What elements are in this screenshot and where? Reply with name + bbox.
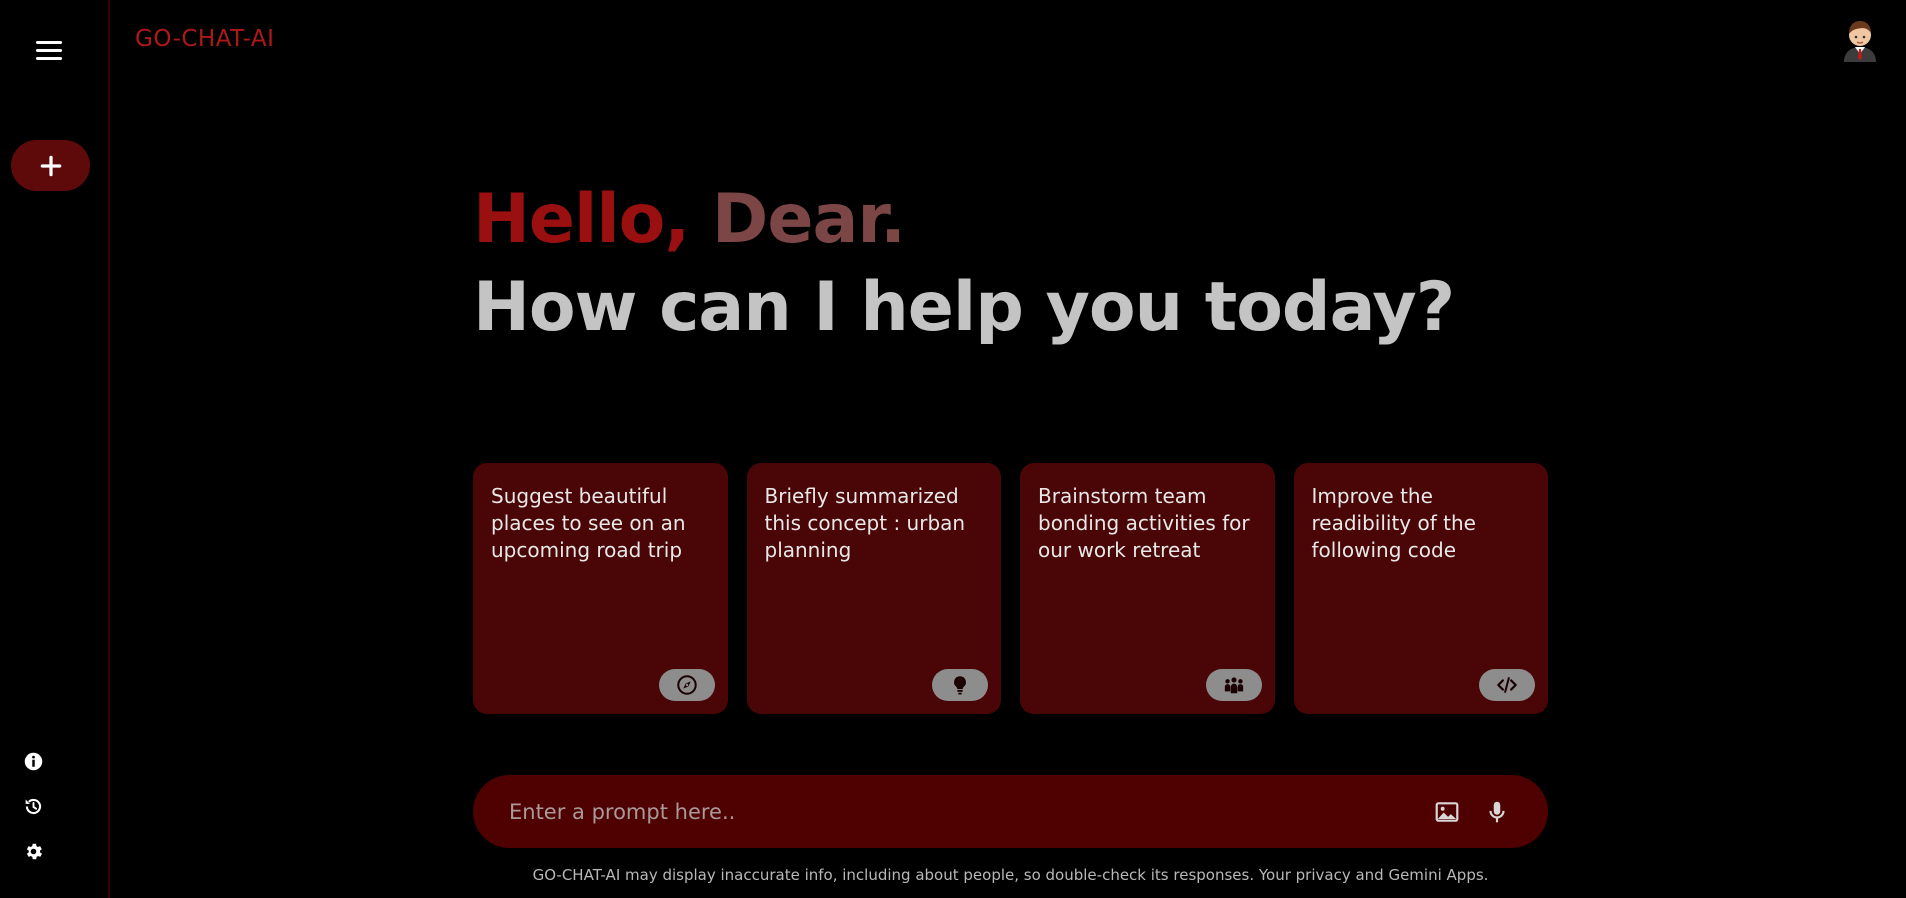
suggestion-card[interactable]: Brainstorm team bonding activities for o… xyxy=(1020,463,1275,714)
greeting: Hello, Dear. xyxy=(473,178,906,262)
greeting-subtitle: How can I help you today? xyxy=(473,268,1455,347)
info-icon[interactable] xyxy=(22,750,44,772)
suggestion-card-text: Suggest beautiful places to see on an up… xyxy=(491,484,686,562)
code-icon xyxy=(1479,669,1535,701)
suggestion-card-text: Briefly summarized this concept : urban … xyxy=(764,484,966,562)
microphone-icon[interactable] xyxy=(1482,797,1512,827)
image-icon[interactable] xyxy=(1432,797,1462,827)
greeting-name: Dear. xyxy=(689,180,906,259)
app-title: GO-CHAT-AI xyxy=(135,26,275,52)
history-icon[interactable] xyxy=(22,795,44,817)
compass-icon xyxy=(658,669,715,701)
new-chat-button[interactable] xyxy=(11,140,90,191)
prompt-bar xyxy=(473,775,1548,848)
suggestion-card-text: Brainstorm team bonding activities for o… xyxy=(1038,484,1250,562)
suggestion-card[interactable]: Suggest beautiful places to see on an up… xyxy=(473,463,728,714)
hamburger-icon[interactable] xyxy=(34,36,64,64)
disclaimer-text: GO-CHAT-AI may display inaccurate info, … xyxy=(532,866,1489,884)
people-icon xyxy=(1205,669,1262,701)
suggestion-card-text: Improve the readibility of the following… xyxy=(1311,484,1476,562)
lightbulb-icon xyxy=(932,669,988,701)
greeting-hello: Hello, xyxy=(473,180,690,259)
settings-icon[interactable] xyxy=(22,840,44,862)
sidebar xyxy=(0,0,110,898)
suggestion-cards: Suggest beautiful places to see on an up… xyxy=(473,463,1548,714)
prompt-input[interactable] xyxy=(509,799,1412,824)
suggestion-card[interactable]: Briefly summarized this concept : urban … xyxy=(746,463,1001,714)
user-avatar[interactable] xyxy=(1840,16,1880,62)
plus-icon xyxy=(40,155,61,176)
suggestion-card[interactable]: Improve the readibility of the following… xyxy=(1293,463,1548,714)
